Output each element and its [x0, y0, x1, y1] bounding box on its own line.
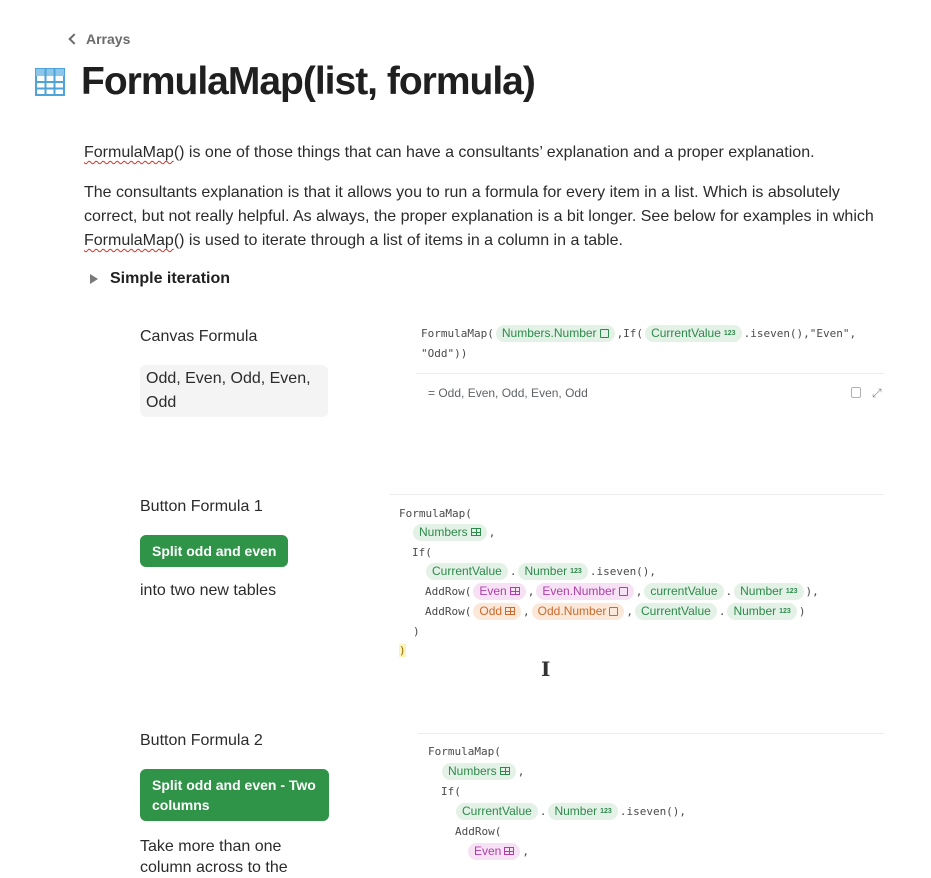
chip-numbers-number[interactable]: Numbers.Number	[495, 324, 615, 342]
column-icon	[618, 586, 628, 596]
formula-text: AddRow(	[455, 824, 502, 838]
chip-numbers[interactable]: Numbers	[442, 762, 516, 780]
number-icon: 123	[570, 567, 582, 575]
chip-even[interactable]: Even	[468, 842, 521, 860]
toggle-simple-iteration[interactable]: Simple iteration	[90, 270, 230, 288]
divider	[390, 494, 884, 495]
formula-text: .iseven(),	[589, 564, 657, 578]
chip-number[interactable]: Number 123	[734, 582, 804, 600]
expand-icon[interactable]: ⤢	[872, 386, 882, 401]
chip-current-value[interactable]: CurrentValue	[426, 562, 508, 580]
formula-text: If(	[412, 545, 432, 559]
chevron-left-icon	[68, 33, 80, 45]
table-icon	[35, 68, 65, 96]
formula-text: "Odd"))	[421, 346, 468, 360]
table-icon	[470, 528, 481, 536]
text-cursor-icon: I	[541, 657, 551, 681]
canvas-formula-label: Canvas Formula	[140, 328, 258, 345]
formula-text: If(	[441, 784, 461, 798]
formula-text: AddRow(	[425, 584, 472, 598]
button-formula-1-label: Button Formula 1	[140, 498, 263, 515]
table-icon	[505, 607, 516, 615]
intro-p2-text: The consultants explanation is that it a…	[84, 184, 874, 225]
formula-fn: FormulaMap(	[428, 744, 501, 758]
breadcrumb[interactable]: Arrays	[68, 31, 131, 47]
breadcrumb-label: Arrays	[86, 31, 131, 47]
formula-text: AddRow(	[425, 604, 472, 618]
intro-p2-end: () is used to iterate through a list of …	[173, 232, 623, 249]
formula-fn: FormulaMap(	[421, 326, 494, 340]
number-icon: 123	[785, 587, 798, 595]
intro-p1-text: () is one of those things that can have …	[173, 144, 815, 161]
chip-even-number[interactable]: Even.Number	[536, 582, 634, 600]
column-icon	[609, 606, 619, 616]
canvas-formula-result[interactable]: Odd, Even, Odd, Even, Odd	[140, 365, 328, 417]
formula-fn: FormulaMap(	[399, 506, 472, 520]
number-icon: 123	[779, 607, 791, 615]
formula-text: ,If(	[616, 326, 644, 340]
number-icon: 123	[723, 329, 736, 337]
chip-numbers[interactable]: Numbers	[413, 523, 487, 541]
column-icon	[599, 328, 609, 338]
intro-paragraph-2: The consultants explanation is that it a…	[84, 181, 884, 253]
divider	[416, 373, 884, 374]
button-formula-2-caption: Take more than one column across to the	[140, 838, 288, 876]
chip-current-value[interactable]: CurrentValue	[456, 802, 538, 820]
chip-even[interactable]: Even	[473, 582, 526, 600]
split-odd-even-two-columns-button[interactable]: Split odd and even - Two columns	[140, 769, 329, 821]
formula-text: )	[399, 643, 406, 657]
chip-current-value[interactable]: CurrentValue 123	[645, 324, 742, 342]
chip-odd[interactable]: Odd	[473, 602, 522, 620]
divider	[418, 733, 884, 734]
chip-current-value[interactable]: CurrentValue	[635, 602, 717, 620]
page-title: FormulaMap(list, formula)	[81, 60, 536, 103]
triangle-right-icon	[90, 274, 98, 284]
table-icon	[504, 847, 515, 855]
toggle-label: Simple iteration	[110, 270, 231, 287]
chip-current-value[interactable]: currentValue	[644, 582, 724, 600]
formulamap-link: FormulaMap	[84, 144, 174, 161]
table-icon	[509, 587, 520, 595]
formulamap-link: FormulaMap	[84, 232, 174, 249]
title-row: FormulaMap(list, formula)	[35, 60, 536, 104]
intro-paragraph-1: FormulaMap() is one of those things that…	[84, 141, 884, 165]
number-icon: 123	[600, 807, 612, 815]
formula-result: = Odd, Even, Odd, Even, Odd	[428, 386, 588, 400]
button-formula-2-label: Button Formula 2	[140, 732, 263, 749]
button-formula-1-caption: into two new tables	[140, 582, 277, 599]
copy-icon[interactable]	[851, 387, 861, 398]
split-odd-even-button[interactable]: Split odd and even	[140, 535, 289, 567]
chip-odd-number[interactable]: Odd.Number	[531, 602, 625, 620]
chip-number[interactable]: Number 123	[727, 602, 797, 620]
chip-number[interactable]: Number 123	[548, 802, 618, 820]
formula-text: .iseven(),	[619, 804, 687, 818]
table-icon	[499, 767, 510, 775]
formula-text: .iseven(),"Even",	[743, 326, 857, 340]
chip-number[interactable]: Number 123	[518, 562, 588, 580]
formula-text: )	[413, 624, 420, 638]
